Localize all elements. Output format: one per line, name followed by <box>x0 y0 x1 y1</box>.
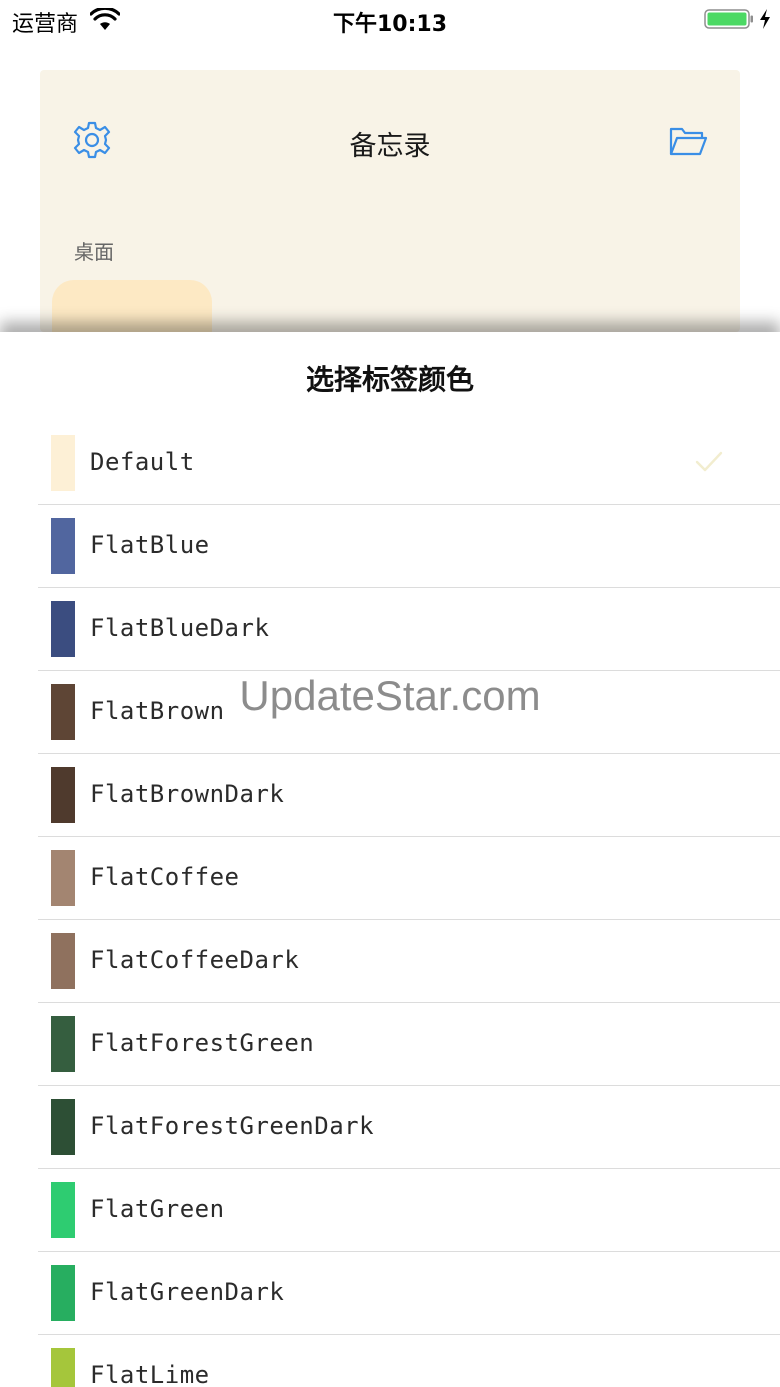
color-option-row[interactable]: FlatCoffeeDark <box>0 920 780 1003</box>
color-swatch <box>51 850 75 906</box>
color-swatch <box>51 601 75 657</box>
color-name: FlatGreen <box>90 1195 225 1223</box>
color-name: FlatForestGreenDark <box>90 1112 375 1140</box>
status-bar: 运营商 下午10:13 <box>0 0 780 40</box>
color-name: FlatCoffeeDark <box>90 946 300 974</box>
color-option-row[interactable]: FlatBlue <box>0 505 780 588</box>
color-swatch <box>51 1182 75 1238</box>
color-option-row[interactable]: FlatGreenDark <box>0 1252 780 1335</box>
color-name: FlatBlue <box>90 531 210 559</box>
color-swatch <box>51 1348 75 1387</box>
color-swatch <box>51 684 75 740</box>
color-option-row[interactable]: FlatBrown <box>0 671 780 754</box>
status-time: 下午10:13 <box>332 12 448 37</box>
color-name: FlatCoffee <box>90 863 240 891</box>
folder-icon[interactable] <box>668 124 708 158</box>
color-swatch <box>51 933 75 989</box>
color-list: Default FlatBlue FlatBlueDark FlatBrown Flat… <box>0 422 780 1387</box>
color-option-row[interactable]: FlatGreen <box>0 1169 780 1252</box>
memo-main-view: 备忘录 桌面 <box>40 70 740 332</box>
sheet-title: 选择标签颜色 <box>305 363 474 396</box>
color-option-row[interactable]: FlatBrownDark <box>0 754 780 837</box>
color-option-row[interactable]: Default <box>0 422 780 505</box>
color-name: FlatForestGreen <box>90 1029 315 1057</box>
color-swatch <box>51 435 75 491</box>
color-option-row[interactable]: FlatLime <box>0 1335 780 1387</box>
checkmark-icon <box>695 451 723 472</box>
color-swatch <box>51 1265 75 1321</box>
color-name: FlatBrown <box>90 697 225 725</box>
color-option-row[interactable]: FlatCoffee <box>0 837 780 920</box>
color-name: FlatGreenDark <box>90 1278 285 1306</box>
battery-icon <box>704 9 753 29</box>
color-name: Default <box>90 448 195 476</box>
color-swatch <box>51 518 75 574</box>
color-option-row[interactable]: FlatForestGreen <box>0 1003 780 1086</box>
color-swatch <box>51 1016 75 1072</box>
color-name: FlatBrownDark <box>90 780 285 808</box>
charging-icon <box>760 9 770 29</box>
color-picker-sheet: 选择标签颜色 Default FlatBlue FlatBlueDark FlatBr… <box>0 332 780 1387</box>
color-name: FlatBlueDark <box>90 614 270 642</box>
note-tile[interactable] <box>52 280 212 332</box>
color-swatch <box>51 1099 75 1155</box>
section-label: 桌面 <box>74 240 114 264</box>
app-title: 备忘录 <box>349 131 431 162</box>
color-option-row[interactable]: FlatBlueDark <box>0 588 780 671</box>
color-name: FlatLime <box>90 1361 210 1387</box>
color-swatch <box>51 767 75 823</box>
color-option-row[interactable]: FlatForestGreenDark <box>0 1086 780 1169</box>
